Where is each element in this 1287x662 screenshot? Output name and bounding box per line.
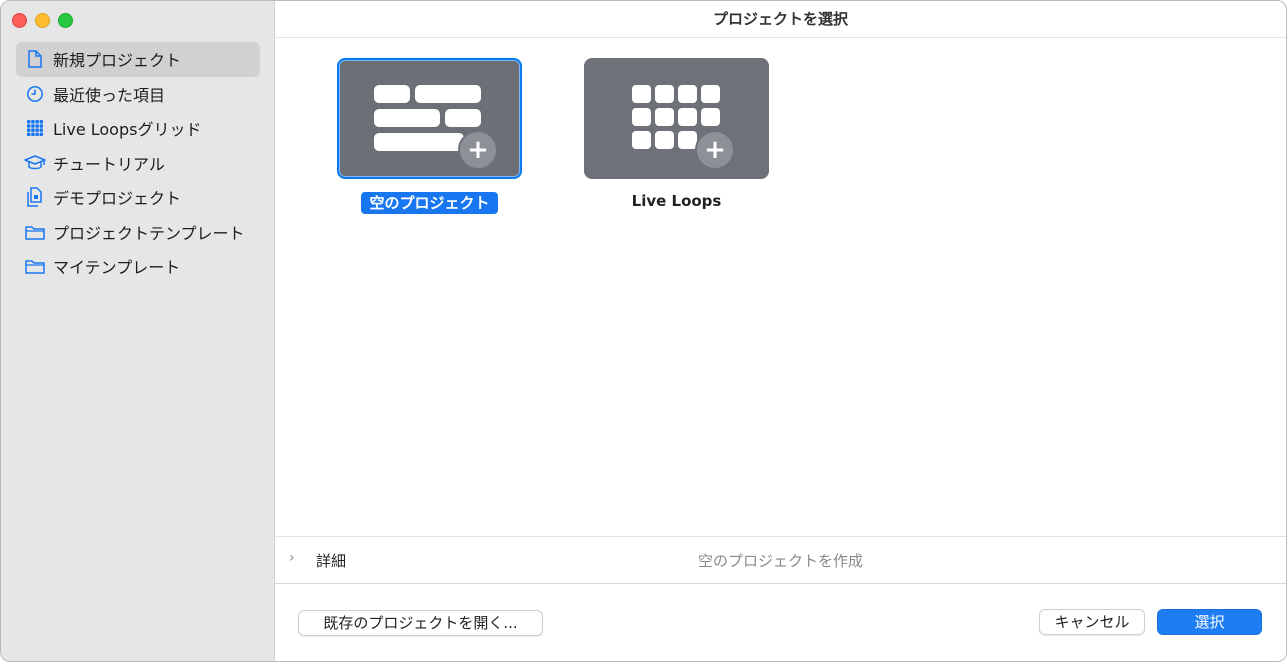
footer: 既存のプロジェクトを開く... キャンセル 選択 [275, 584, 1286, 661]
zoom-window-button[interactable] [58, 13, 73, 28]
sidebar-list: 新規プロジェクト 最近使った項目 Live Loopsグリッド チュートリアル … [16, 42, 260, 284]
live-loops-label[interactable]: Live Loops [584, 192, 769, 210]
plus-icon: + [458, 130, 498, 170]
project-chooser-window: 新規プロジェクト 最近使った項目 Live Loopsグリッド チュートリアル … [0, 0, 1287, 662]
project-description: 空のプロジェクトを作成 [697, 552, 863, 570]
live-loops-tile[interactable]: + [584, 58, 769, 179]
cancel-button[interactable]: キャンセル [1039, 609, 1145, 635]
plus-icon: + [695, 130, 735, 170]
clock-icon [24, 83, 46, 105]
main-panel: プロジェクトを選択 + 空のプロジェクト + Live Loops › 詳細 空… [275, 1, 1286, 661]
sidebar-item-label: デモプロジェクト [53, 189, 182, 209]
sidebar-item-live-loops-grid[interactable]: Live Loopsグリッド [16, 111, 260, 146]
sidebar-item-label: マイテンプレート [53, 258, 181, 278]
folder-icon [24, 255, 46, 277]
sidebar-item-label: 新規プロジェクト [53, 51, 182, 71]
sidebar: 新規プロジェクト 最近使った項目 Live Loopsグリッド チュートリアル … [1, 1, 275, 661]
select-button[interactable]: 選択 [1157, 609, 1262, 635]
window-title: プロジェクトを選択 [275, 1, 1286, 38]
sidebar-item-new-project[interactable]: 新規プロジェクト [16, 42, 260, 77]
document-icon [24, 48, 46, 70]
sidebar-item-project-templates[interactable]: プロジェクトテンプレート [16, 215, 260, 250]
empty-project-label[interactable]: 空のプロジェクト [337, 192, 522, 214]
sidebar-item-label: Live Loopsグリッド [53, 120, 202, 140]
details-row: › 詳細 空のプロジェクトを作成 [275, 536, 1286, 584]
sidebar-item-tutorials[interactable]: チュートリアル [16, 146, 260, 181]
close-window-button[interactable] [12, 13, 27, 28]
sidebar-item-label: 最近使った項目 [53, 85, 166, 105]
sidebar-item-my-templates[interactable]: マイテンプレート [16, 249, 260, 284]
sidebar-item-recent[interactable]: 最近使った項目 [16, 77, 260, 112]
sidebar-item-demo-projects[interactable]: デモプロジェクト [16, 180, 260, 215]
minimize-window-button[interactable] [35, 13, 50, 28]
graduation-cap-icon [24, 152, 46, 174]
open-existing-project-button[interactable]: 既存のプロジェクトを開く... [298, 610, 543, 636]
grid-icon [24, 117, 46, 139]
sidebar-item-label: プロジェクトテンプレート [53, 223, 245, 243]
folder-icon [24, 221, 46, 243]
documents-icon [24, 186, 46, 208]
window-controls [12, 13, 73, 28]
empty-project-tile[interactable]: + [337, 58, 522, 179]
sidebar-item-label: チュートリアル [53, 154, 165, 174]
